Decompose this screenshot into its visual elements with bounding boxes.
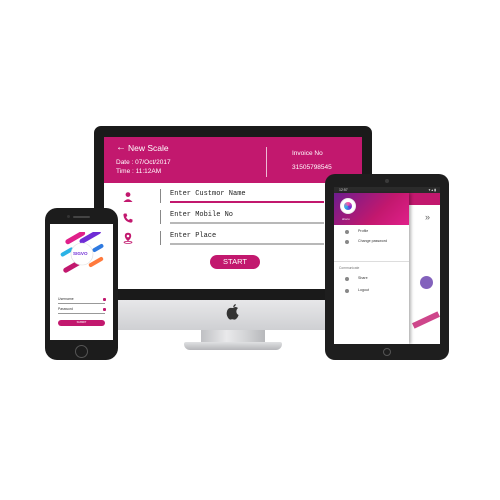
tablet-camera <box>385 179 389 183</box>
background-circle-graphic <box>420 276 433 289</box>
avatar[interactable] <box>340 198 356 214</box>
invoice-label: Invoice No <box>292 150 323 157</box>
date-text: Date : 07/Oct/2017 <box>116 159 171 166</box>
logout-icon <box>345 289 349 293</box>
start-button[interactable]: START <box>210 255 260 269</box>
splash-logo-text: SIGVO <box>73 251 88 256</box>
field-divider <box>160 210 161 224</box>
desktop-screen: ← New Scale Date : 07/Oct/2017 Time : 11… <box>104 137 362 289</box>
desktop-header: ← New Scale Date : 07/Oct/2017 Time : 11… <box>104 137 362 183</box>
menu-item-profile[interactable]: Profile <box>358 229 368 233</box>
drawer-header: sharu <box>334 193 409 225</box>
user-field-icon <box>103 298 106 301</box>
customer-name-input[interactable]: Enter Custmor Name <box>170 189 324 203</box>
submit-button[interactable]: SUBMIT <box>58 320 105 326</box>
menu-item-change-password[interactable]: Change password <box>358 239 387 243</box>
password-input[interactable] <box>58 313 105 314</box>
avatar-logo-icon <box>344 202 352 210</box>
share-icon <box>345 277 349 281</box>
field-divider <box>160 189 161 203</box>
chevron-double-right-icon[interactable]: » <box>425 212 430 222</box>
invoice-number: 31505798545 <box>292 164 332 171</box>
section-communicate: Communicate <box>339 266 360 270</box>
screen-title: New Scale <box>128 143 169 153</box>
imac-stand-foot <box>184 342 282 350</box>
time-text: Time : 11:12AM <box>116 168 162 175</box>
password-label: Password <box>58 307 73 311</box>
phone-screen: SIGVO Username Password SUBMIT <box>50 224 113 340</box>
lock-icon <box>345 240 349 244</box>
tablet-device: 12:57 ▾ ▴ ▮ » sharu Profile Change passw… <box>325 174 449 360</box>
navigation-drawer: sharu Profile Change password Communicat… <box>334 193 409 344</box>
phone-home-button[interactable] <box>75 345 88 358</box>
iphone-device: SIGVO Username Password SUBMIT <box>45 208 118 360</box>
phone-camera <box>67 215 70 218</box>
location-pin-icon <box>123 232 133 244</box>
apple-logo-icon <box>226 304 239 320</box>
menu-item-share[interactable]: Share <box>358 276 368 280</box>
device-mockup-stage: ← New Scale Date : 07/Oct/2017 Time : 11… <box>0 0 500 500</box>
drawer-divider <box>334 261 409 262</box>
user-icon <box>123 192 133 202</box>
menu-item-logout[interactable]: Logout <box>358 288 369 292</box>
phone-speaker <box>73 216 90 218</box>
back-arrow-icon[interactable]: ← <box>116 142 126 153</box>
username-input[interactable] <box>58 303 105 304</box>
status-icons: ▾ ▴ ▮ <box>428 188 436 192</box>
status-time: 12:57 <box>339 188 348 192</box>
username-label: Username <box>58 297 74 301</box>
lock-icon <box>103 308 106 311</box>
place-input[interactable]: Enter Place <box>170 231 324 245</box>
drawer-username: sharu <box>342 217 350 221</box>
field-divider <box>160 231 161 245</box>
header-divider <box>266 147 267 177</box>
tablet-screen: 12:57 ▾ ▴ ▮ » sharu Profile Change passw… <box>334 187 440 344</box>
phone-icon <box>123 213 133 223</box>
user-icon <box>345 230 349 234</box>
tablet-home-button[interactable] <box>383 348 391 356</box>
background-strip-graphic <box>412 311 440 329</box>
mobile-number-input[interactable]: Enter Mobile No <box>170 210 324 224</box>
